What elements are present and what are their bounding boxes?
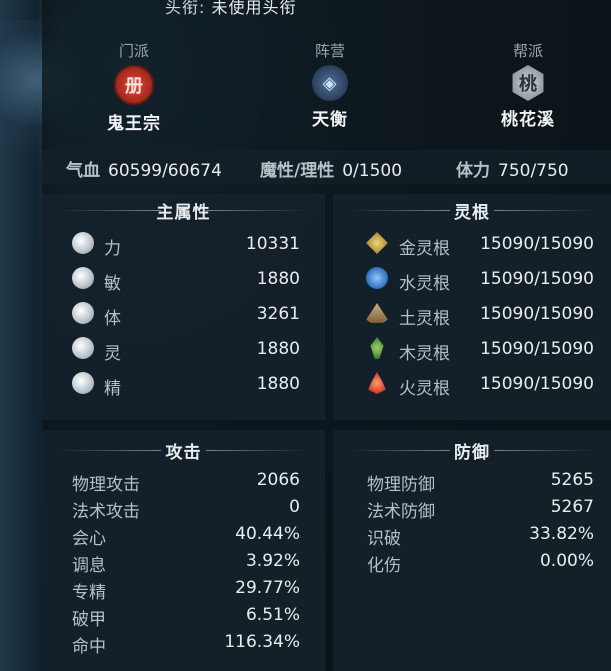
attr-row-strength[interactable]: 力 10331 bbox=[42, 230, 325, 260]
attack-section: 攻击 物理攻击 2066 法术攻击 0 会心 40.44% 调息 3.92% 专精 29.… bbox=[42, 430, 325, 671]
agility-icon bbox=[72, 267, 94, 289]
guild-name: 桃花溪 bbox=[501, 110, 555, 130]
wood-root-icon bbox=[370, 337, 384, 359]
sect-info[interactable]: 门派 册 鬼王宗 bbox=[74, 40, 194, 134]
title-bar: 头衔: 未使用头衔 bbox=[165, 0, 297, 18]
metal-root-icon bbox=[366, 232, 388, 254]
defense-stat-row[interactable]: 化伤 0.00% bbox=[333, 549, 611, 576]
spirit-roots-section: 灵根 金灵根 15090/15090 水灵根 15090/15090 土灵根 1… bbox=[333, 194, 611, 420]
defense-section: 防御 物理防御 5265 法术防御 5267 识破 33.82% 化伤 0.00% bbox=[333, 430, 611, 671]
defense-stat-row[interactable]: 物理防御 5265 bbox=[333, 468, 611, 495]
attack-stat-row[interactable]: 命中 116.34% bbox=[42, 630, 325, 657]
camp-caption: 阵营 bbox=[314, 42, 345, 60]
water-root-icon bbox=[366, 267, 388, 289]
root-row-earth[interactable]: 土灵根 15090/15090 bbox=[333, 300, 611, 330]
earth-root-icon bbox=[364, 303, 390, 323]
camp-name: 天衡 bbox=[312, 110, 348, 130]
title-value: 未使用头衔 bbox=[211, 0, 297, 17]
sect-caption: 门派 bbox=[118, 42, 149, 60]
attr-row-essence[interactable]: 精 1880 bbox=[42, 370, 325, 400]
attack-stat-row[interactable]: 会心 40.44% bbox=[42, 522, 325, 549]
sect-emblem-icon: 册 bbox=[114, 65, 154, 105]
attr-row-agility[interactable]: 敏 1880 bbox=[42, 265, 325, 295]
mana-value: 0/1500 bbox=[342, 161, 403, 181]
defense-title: 防御 bbox=[333, 438, 611, 463]
main-attributes-section: 主属性 力 10331 敏 1880 体 3261 灵 1880 精 1880 bbox=[42, 194, 325, 420]
attack-stat-row[interactable]: 物理攻击 2066 bbox=[42, 468, 325, 495]
mana-stat: 魔性/理性 0/1500 bbox=[260, 161, 403, 181]
defense-stat-row[interactable]: 法术防御 5267 bbox=[333, 495, 611, 522]
stamina-value: 750/750 bbox=[498, 161, 569, 181]
guild-info[interactable]: 帮派 桃 桃花溪 bbox=[468, 40, 588, 130]
attr-row-spirit[interactable]: 灵 1880 bbox=[42, 335, 325, 365]
camp-emblem-icon: ◈ bbox=[304, 57, 356, 109]
spirit-icon bbox=[72, 337, 94, 359]
main-attributes-title: 主属性 bbox=[42, 198, 325, 223]
vitals-row: 气血 60599/60674 魔性/理性 0/1500 体力 750/750 bbox=[42, 150, 611, 184]
strength-icon bbox=[72, 232, 94, 254]
guild-emblem-icon: 桃 bbox=[512, 65, 544, 101]
essence-icon bbox=[72, 372, 94, 394]
attack-stat-row[interactable]: 调息 3.92% bbox=[42, 549, 325, 576]
root-row-fire[interactable]: 火灵根 15090/15090 bbox=[333, 370, 611, 400]
guild-caption: 帮派 bbox=[512, 42, 543, 60]
hp-stat: 气血 60599/60674 bbox=[66, 161, 222, 181]
spirit-roots-title: 灵根 bbox=[333, 198, 611, 223]
root-row-water[interactable]: 水灵根 15090/15090 bbox=[333, 265, 611, 295]
hp-value: 60599/60674 bbox=[108, 161, 222, 181]
attack-stat-row[interactable]: 破甲 6.51% bbox=[42, 603, 325, 630]
attack-stat-row[interactable]: 专精 29.77% bbox=[42, 576, 325, 603]
constitution-icon bbox=[72, 302, 94, 324]
root-row-metal[interactable]: 金灵根 15090/15090 bbox=[333, 230, 611, 260]
attack-stat-row[interactable]: 法术攻击 0 bbox=[42, 495, 325, 522]
sect-name: 鬼王宗 bbox=[107, 114, 161, 134]
camp-info[interactable]: 阵营 ◈ 天衡 bbox=[270, 40, 390, 130]
fire-root-icon bbox=[368, 372, 386, 394]
defense-stat-row[interactable]: 识破 33.82% bbox=[333, 522, 611, 549]
attack-title: 攻击 bbox=[42, 438, 325, 463]
root-row-wood[interactable]: 木灵根 15090/15090 bbox=[333, 335, 611, 365]
title-label: 头衔: bbox=[165, 0, 206, 17]
stamina-stat: 体力 750/750 bbox=[456, 161, 569, 181]
attr-row-constitution[interactable]: 体 3261 bbox=[42, 300, 325, 330]
